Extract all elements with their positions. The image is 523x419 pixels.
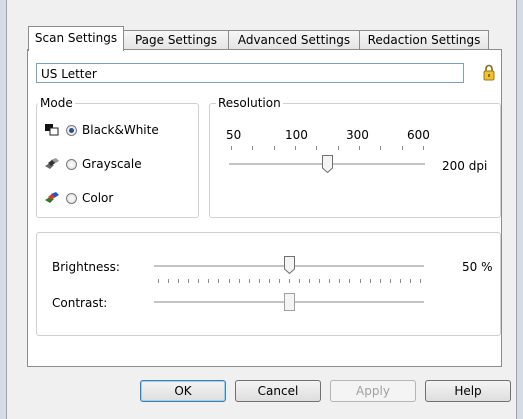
mode-option-color[interactable]: Color: [44, 189, 113, 207]
slider-tick: [231, 146, 232, 150]
preset-name-field[interactable]: US Letter: [36, 63, 464, 83]
slider-tick: [309, 279, 310, 283]
slider-tick: [229, 279, 230, 283]
slider-tick: [289, 279, 290, 283]
ok-button[interactable]: OK: [140, 380, 226, 402]
slider-tick: [279, 279, 280, 283]
slider-tick: [269, 279, 270, 283]
slider-tick: [239, 279, 240, 283]
slider-tick: [423, 146, 424, 150]
grayscale-icon: [44, 157, 60, 171]
slider-tick: [390, 279, 391, 283]
grayscale-label: Grayscale: [82, 157, 142, 171]
slider-tick: [400, 279, 401, 283]
contrast-label: Contrast:: [52, 296, 108, 310]
slider-tick: [178, 279, 179, 283]
slider-tick: [158, 279, 159, 283]
slider-tick: [339, 279, 340, 283]
tab-advanced-settings[interactable]: Advanced Settings: [228, 30, 360, 50]
tab-redaction-settings[interactable]: Redaction Settings: [359, 30, 489, 50]
slider-tick: [168, 279, 169, 283]
resolution-ticks: [231, 146, 424, 150]
brightness-slider-thumb[interactable]: [284, 256, 295, 275]
slider-tick: [410, 279, 411, 283]
grayscale-radio[interactable]: [66, 158, 77, 170]
slider-tick: [370, 279, 371, 283]
window-frame-right: [516, 0, 523, 419]
slider-tick: [420, 279, 421, 283]
help-button[interactable]: Help: [425, 380, 511, 402]
brightness-contrast-group: [36, 232, 501, 336]
slider-tick: [259, 279, 260, 283]
black-white-label: Black&White: [82, 123, 159, 137]
resolution-group-title: Resolution: [216, 96, 283, 110]
slider-tick: [252, 146, 253, 150]
slider-tick: [218, 279, 219, 283]
slider-tick: [249, 279, 250, 283]
brightness-contrast-ticks: [158, 279, 421, 283]
window-frame-left: [0, 0, 7, 419]
slider-tick: [299, 279, 300, 283]
color-label: Color: [82, 191, 114, 205]
tab-scan-settings[interactable]: Scan Settings: [28, 26, 124, 51]
resolution-tick-label: 300: [346, 128, 369, 142]
mode-option-black-white[interactable]: Black&White: [44, 121, 159, 139]
slider-tick: [274, 146, 275, 150]
mode-group-title: Mode: [38, 96, 75, 110]
black-white-radio[interactable]: [66, 124, 77, 136]
contrast-slider-thumb[interactable]: [284, 293, 295, 311]
slider-tick: [349, 279, 350, 283]
resolution-tick-label: 100: [285, 128, 308, 142]
cancel-button[interactable]: Cancel: [235, 380, 321, 402]
slider-tick: [295, 146, 296, 150]
brightness-value: 50 %: [462, 260, 493, 274]
resolution-slider-thumb[interactable]: [322, 155, 333, 174]
mode-option-grayscale[interactable]: Grayscale: [44, 155, 142, 173]
brightness-label: Brightness:: [52, 260, 120, 274]
slider-tick: [359, 146, 360, 150]
slider-tick: [198, 279, 199, 283]
slider-tick: [338, 146, 339, 150]
slider-tick: [360, 279, 361, 283]
resolution-tick-label: 600: [407, 128, 430, 142]
resolution-tick-label: 50: [226, 128, 242, 142]
slider-tick: [316, 146, 317, 150]
color-radio[interactable]: [66, 192, 77, 204]
slider-tick: [188, 279, 189, 283]
slider-tick: [208, 279, 209, 283]
slider-tick: [380, 146, 381, 150]
slider-tick: [319, 279, 320, 283]
tab-page-settings[interactable]: Page Settings: [123, 30, 229, 50]
apply-button[interactable]: Apply: [330, 380, 416, 402]
slider-tick: [380, 279, 381, 283]
color-icon: [44, 191, 60, 205]
slider-tick: [329, 279, 330, 283]
black-white-icon: [44, 123, 60, 137]
padlock-icon[interactable]: [483, 64, 495, 84]
slider-tick: [402, 146, 403, 150]
resolution-value: 200 dpi: [442, 159, 488, 173]
